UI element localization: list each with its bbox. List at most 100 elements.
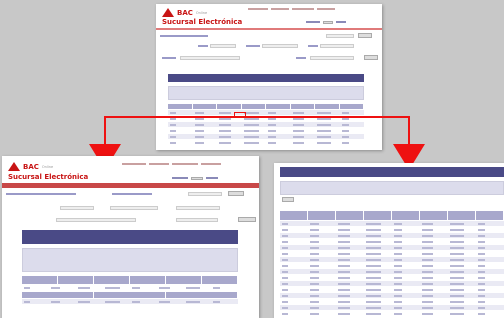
table-cell <box>217 140 242 145</box>
table-row[interactable] <box>280 221 504 226</box>
table-cell <box>308 311 336 316</box>
table-cell <box>280 221 308 226</box>
product-select[interactable] <box>56 218 136 222</box>
date-to-field[interactable] <box>110 206 158 210</box>
table-row[interactable] <box>168 110 364 115</box>
table-cell <box>242 122 267 127</box>
print-button[interactable] <box>282 197 294 202</box>
table-cell <box>76 299 103 304</box>
table-row[interactable] <box>280 233 504 238</box>
table-cell <box>476 257 504 262</box>
user-links[interactable] <box>172 177 218 180</box>
table-cell <box>448 233 476 238</box>
bac-logo[interactable]: BAC Online <box>8 162 53 171</box>
table-row[interactable] <box>168 140 364 145</box>
table-row[interactable] <box>280 305 504 310</box>
table-row[interactable] <box>280 245 504 250</box>
table-row[interactable] <box>22 299 238 304</box>
table-cell <box>103 285 130 290</box>
table-row[interactable] <box>22 285 238 290</box>
table-cell <box>420 293 448 298</box>
table-cell <box>308 275 336 280</box>
table-cell <box>420 299 448 304</box>
breadcrumb[interactable] <box>160 35 208 37</box>
table-cell <box>280 311 308 316</box>
table-cell <box>217 128 242 133</box>
connector-line <box>104 116 106 146</box>
type-field[interactable] <box>320 44 354 48</box>
table-cell <box>130 285 157 290</box>
table-cell <box>315 110 340 115</box>
table-row[interactable] <box>168 128 364 133</box>
table-row[interactable] <box>280 299 504 304</box>
table-cell <box>291 134 316 139</box>
table-cell <box>49 299 76 304</box>
table-row[interactable] <box>280 287 504 292</box>
top-links[interactable] <box>248 8 335 10</box>
menu-bar[interactable] <box>2 183 259 188</box>
table-cell <box>476 269 504 274</box>
table-cell <box>336 257 364 262</box>
product-select[interactable] <box>180 56 240 60</box>
screenshot-panel-statement <box>274 163 504 318</box>
table-row[interactable] <box>168 134 364 139</box>
bac-logo-icon <box>8 162 20 171</box>
table-row[interactable] <box>280 269 504 274</box>
table-cell <box>168 134 193 139</box>
table-cell <box>336 293 364 298</box>
account-selector[interactable] <box>326 34 354 38</box>
date-to-field[interactable] <box>262 44 298 48</box>
search-button[interactable] <box>364 55 378 60</box>
table-cell <box>364 311 392 316</box>
go-button[interactable] <box>358 33 372 38</box>
table-row[interactable] <box>280 257 504 262</box>
bac-logo[interactable]: BAC Online <box>162 8 207 17</box>
table-cell <box>308 263 336 268</box>
top-links[interactable] <box>122 163 221 165</box>
table-cell <box>476 263 504 268</box>
table-cell <box>315 134 340 139</box>
table-row[interactable] <box>280 227 504 232</box>
breadcrumb[interactable] <box>6 193 76 195</box>
table-row[interactable] <box>280 311 504 316</box>
table-cell <box>340 122 365 127</box>
table-cell <box>392 233 420 238</box>
table-row[interactable] <box>280 239 504 244</box>
table-row[interactable] <box>280 263 504 268</box>
connector-line <box>104 116 410 118</box>
table-cell <box>22 285 49 290</box>
table-row[interactable] <box>280 281 504 286</box>
results-header <box>168 74 364 82</box>
table-cell <box>476 251 504 256</box>
table-cell <box>448 287 476 292</box>
order-select[interactable] <box>176 218 218 222</box>
table-cell <box>336 281 364 286</box>
table-cell <box>476 293 504 298</box>
table-row[interactable] <box>280 293 504 298</box>
user-links[interactable] <box>306 21 346 24</box>
table-cell <box>168 110 193 115</box>
back-link[interactable] <box>112 193 152 195</box>
table-cell <box>308 221 336 226</box>
order-select[interactable] <box>310 56 354 60</box>
account-selector[interactable] <box>188 192 222 196</box>
table-row[interactable] <box>280 275 504 280</box>
table-row[interactable] <box>168 122 364 127</box>
table-cell <box>448 263 476 268</box>
search-button[interactable] <box>238 217 256 222</box>
table-row[interactable] <box>280 251 504 256</box>
table-cell <box>448 281 476 286</box>
table-cell <box>266 134 291 139</box>
table-cell <box>193 134 218 139</box>
type-field[interactable] <box>176 206 220 210</box>
date-from-field[interactable] <box>60 206 94 210</box>
field-label <box>198 45 208 47</box>
date-from-field[interactable] <box>210 44 236 48</box>
table-cell <box>364 293 392 298</box>
table-cell <box>392 299 420 304</box>
table-cell <box>392 221 420 226</box>
brand-subtitle: Online <box>195 10 208 15</box>
go-button[interactable] <box>228 191 244 196</box>
table-cell <box>168 128 193 133</box>
table-cell <box>308 281 336 286</box>
